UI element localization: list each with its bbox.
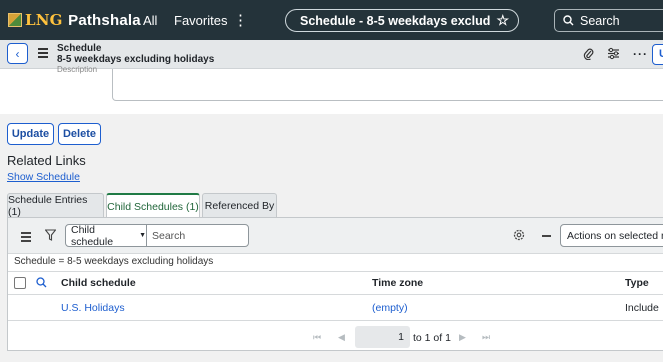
search-field-select[interactable]: Child schedule ▼ [65,223,147,248]
page-input[interactable]: 1 [355,326,410,348]
child-schedule-link[interactable]: U.S. Holidays [61,302,125,314]
record-title: Schedule - 8-5 weekdays excluding ... [300,13,490,28]
tab-referenced-by[interactable]: Referenced By [202,193,277,217]
collapse-icon[interactable] [542,235,551,237]
logo[interactable]: LNG Pathshala [8,9,141,31]
table-header: Child schedule Time zone Type [8,271,663,295]
record-title-pill[interactable]: Schedule - 8-5 weekdays excluding ... ☆ [285,9,519,32]
tab-child-schedules[interactable]: Child Schedules (1) [106,193,200,218]
update-button[interactable]: Update [7,123,54,145]
star-icon[interactable]: ☆ [496,12,509,29]
paperclip-icon[interactable] [583,47,594,60]
related-list: Child schedule ▼ Search Actions on selec… [7,217,663,351]
search-field-label: Child schedule [71,223,114,248]
list-toolbar: Child schedule ▼ Search Actions on selec… [8,218,663,254]
first-page-icon[interactable]: ⏮ [313,332,321,343]
prev-page-icon[interactable]: ◀ [338,332,345,343]
chevron-left-icon: ‹ [15,46,20,61]
top-nav: LNG Pathshala All Favorites ⋮ Schedule -… [0,0,663,40]
form-menu-icon[interactable] [38,48,48,60]
time-zone-link[interactable]: (empty) [372,302,408,314]
select-all-checkbox[interactable] [14,277,26,289]
form-subtitle: 8-5 weekdays excluding holidays [57,54,215,65]
page-count: to 1 of 1 [413,332,451,344]
header-update-button[interactable]: U [652,44,663,65]
show-schedule-link[interactable]: Show Schedule [7,171,80,183]
description-label: Description [57,65,98,74]
nav-favorites[interactable]: Favorites [174,13,227,28]
last-page-icon[interactable]: ⏭ [482,332,490,343]
actions-select[interactable]: Actions on selected rows... [560,224,663,247]
type-value: Include [625,302,659,314]
caret-down-icon: ▼ [139,232,146,239]
filter-breadcrumb[interactable]: Schedule = 8-5 weekdays excluding holida… [14,256,213,267]
filter-icon[interactable] [45,229,56,241]
search-icon [563,15,574,26]
more-vertical-icon[interactable]: ⋮ [233,11,248,29]
logo-text-lng: LNG [25,11,63,29]
search-label: Search [580,13,620,28]
sliders-icon[interactable] [607,47,620,60]
more-horizontal-icon[interactable]: ··· [633,47,648,61]
delete-button[interactable]: Delete [58,123,101,145]
next-page-icon[interactable]: ▶ [459,332,466,343]
tab-schedule-entries[interactable]: Schedule Entries (1) [7,193,104,218]
logo-text-pathshala: Pathshala [68,12,141,29]
search-icon[interactable] [36,277,47,288]
related-links-title: Related Links [7,153,86,168]
table-row: U.S. Holidays (empty) Include [8,295,663,321]
pagination: ⏮ ◀ 1 to 1 of 1 ▶ ⏭ [8,322,663,352]
form-body: Description [0,65,663,114]
global-search[interactable]: Search [554,9,663,32]
form-title: Schedule [57,43,102,54]
nav-all[interactable]: All [143,13,157,28]
col-type[interactable]: Type [625,277,649,289]
list-search-input[interactable]: Search [146,224,249,247]
logo-mark-icon [8,13,22,27]
gear-icon[interactable] [513,229,525,241]
back-button[interactable]: ‹ [7,43,28,64]
description-field[interactable] [112,69,663,101]
form-header: ‹ Schedule 8-5 weekdays excluding holida… [0,40,663,69]
col-child-schedule[interactable]: Child schedule [61,277,136,289]
list-menu-icon[interactable] [21,232,31,244]
col-time-zone[interactable]: Time zone [372,277,423,289]
